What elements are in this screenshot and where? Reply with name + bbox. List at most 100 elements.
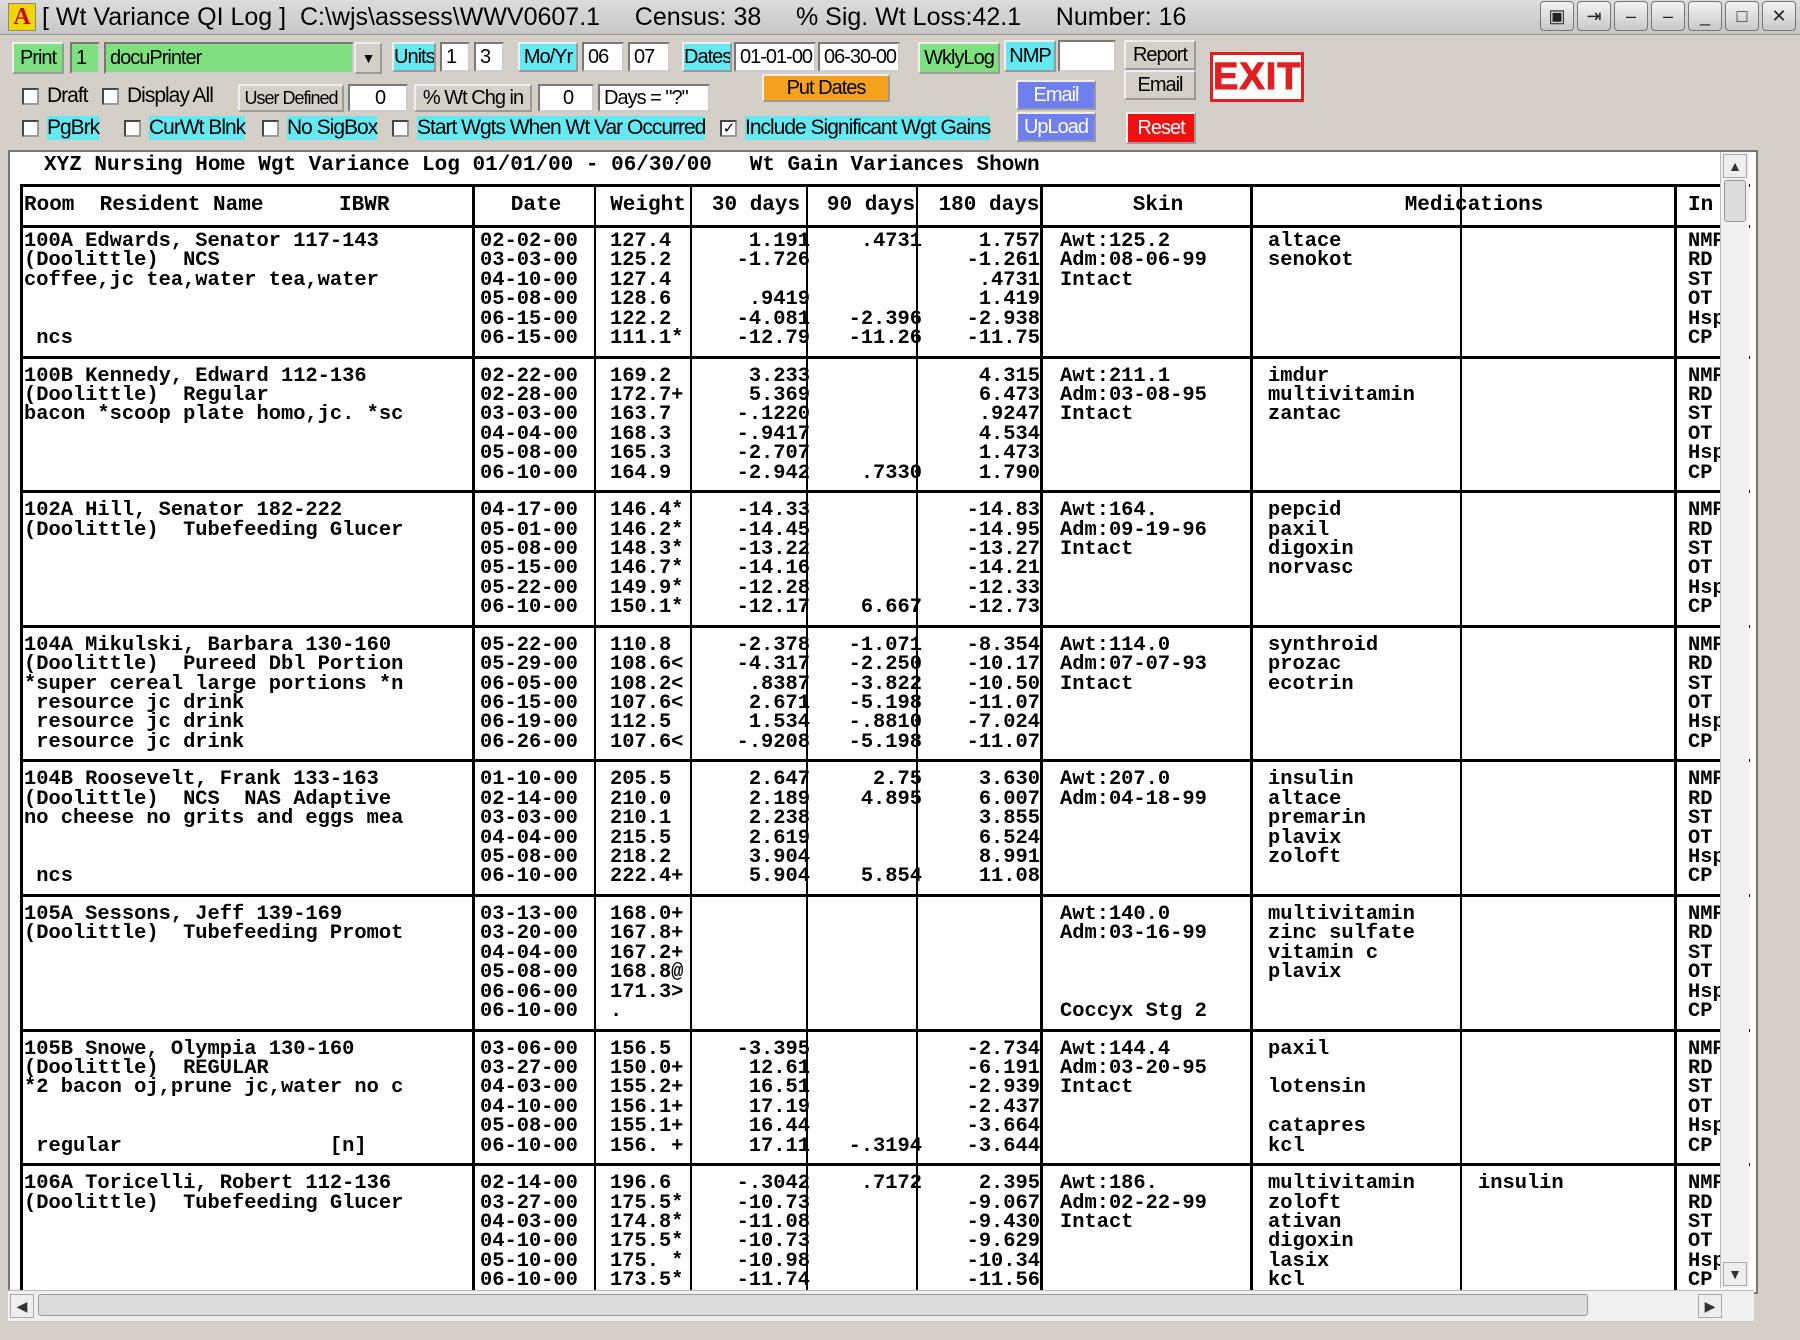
email-button[interactable]: Email [1016, 80, 1096, 110]
units-field-b[interactable]: 3 [474, 42, 504, 72]
minimize-alt-icon[interactable]: – [1614, 1, 1648, 31]
record-line [816, 1117, 922, 1136]
record-line: 155.2+ [610, 1076, 684, 1100]
record-line: (Doolittle) Pureed Dbl Portion [24, 653, 404, 677]
start-wgts-checkbox[interactable]: Start Wgts When Wt Var Occurred [392, 116, 706, 140]
record-col-d90: 2.75 4.895 5.854 [816, 769, 922, 887]
chevron-down-icon[interactable]: ▼ [354, 42, 382, 74]
dates-button[interactable]: Dates [682, 42, 732, 72]
record-line: 06-15-00 [480, 326, 578, 350]
units-field-a[interactable]: 1 [440, 42, 470, 72]
nmp-button[interactable]: NMP [1004, 40, 1056, 72]
record-col-d30: -3.395 12.61 16.51 17.19 16.44 17.11 [700, 1039, 810, 1157]
record-line: Adm:08-06-99 [1060, 249, 1207, 273]
record-line: 05-08-00 [480, 288, 578, 312]
record-line [24, 1117, 474, 1136]
pgbrk-box[interactable] [22, 119, 39, 137]
record-line [816, 521, 922, 540]
minimize-icon[interactable]: _ [1688, 1, 1722, 31]
record-line [24, 1252, 474, 1271]
record-col-meds: paxil lotensin catapres kcl [1268, 1039, 1464, 1157]
start-wgts-box[interactable] [392, 119, 409, 137]
month-field[interactable]: 06 [582, 42, 624, 72]
user-defined-field[interactable]: 0 [348, 84, 408, 112]
printer-select[interactable]: docuPrinter [104, 42, 354, 74]
record-line [700, 1002, 810, 1021]
record-col-d180: 2.395 -9.067 -9.430 -9.629 -10.34 -11.56 [926, 1173, 1040, 1291]
record-line: -14.33 [736, 499, 810, 523]
curwt-blnk-box[interactable] [124, 119, 141, 137]
record-line: 04-17-00 [480, 499, 578, 523]
app-icon[interactable]: A [8, 3, 36, 31]
col-line [690, 184, 692, 1292]
include-sig-gains-box[interactable]: ✓ [720, 119, 737, 137]
print-copies-field[interactable]: 1 [70, 42, 100, 74]
display-all-checkbox[interactable]: Display All [102, 84, 214, 108]
record-line: 2.238 [748, 807, 810, 831]
record-line: -2.707 [736, 442, 810, 466]
no-sigbox-box[interactable] [262, 119, 279, 137]
record-line: 205.5 [610, 768, 672, 792]
restore-icon[interactable]: ▣ [1540, 1, 1574, 31]
record-col-meds: pepcid paxil digoxin norvasc [1268, 500, 1464, 617]
days-field[interactable]: Days = "?" [598, 84, 710, 112]
record-line: 06-10-00 [480, 596, 578, 620]
no-sigbox-checkbox[interactable]: No SigBox [262, 116, 378, 140]
record-line: -12.79 [736, 326, 810, 350]
wklylog-button[interactable]: WklyLog [918, 42, 1000, 74]
record-col-d180: -14.83 -14.95 -13.27 -14.21 -12.33 -12.73 [926, 500, 1040, 618]
scroll-right-icon[interactable]: ▶ [1698, 1294, 1722, 1318]
user-defined-button[interactable]: User Defined [238, 84, 344, 112]
draft-box[interactable] [22, 87, 39, 105]
maximize-icon[interactable]: □ [1725, 1, 1759, 31]
record-line: .7330 [860, 461, 922, 485]
curwt-blnk-checkbox[interactable]: CurWt Blnk [124, 116, 246, 140]
rollup-icon[interactable]: – [1651, 1, 1685, 31]
moyr-button[interactable]: Mo/Yr [518, 42, 578, 72]
vertical-scrollbar[interactable]: ▲ ▼ [1720, 152, 1749, 1288]
record-line: lotensin [1268, 1076, 1366, 1100]
record-col-meds: insulin altace premarin plavix zoloft [1268, 769, 1464, 886]
horizontal-scrollbar[interactable]: ◀ ▶ [8, 1290, 1754, 1321]
pgbrk-checkbox[interactable]: PgBrk [22, 116, 100, 140]
record-line [1478, 770, 1678, 789]
scroll-down-icon[interactable]: ▼ [1723, 1262, 1747, 1286]
include-sig-gains-checkbox[interactable]: ✓ Include Significant Wgt Gains [720, 116, 991, 140]
upload-button[interactable]: UpLoad [1016, 112, 1096, 142]
date-from-field[interactable]: 01-01-00 [734, 42, 816, 72]
record-line [24, 1271, 474, 1290]
wt-chg-button[interactable]: % Wt Chg in [414, 84, 532, 112]
year-field[interactable]: 07 [628, 42, 670, 72]
wt-chg-field[interactable]: 0 [538, 84, 594, 112]
print-button[interactable]: Print [12, 42, 64, 74]
pin-icon[interactable]: ⇥ [1577, 1, 1611, 31]
record-line [1060, 694, 1256, 713]
scroll-left-icon[interactable]: ◀ [10, 1294, 34, 1318]
date-to-field[interactable]: 06-30-00 [818, 42, 900, 72]
exit-button[interactable]: EXIT [1210, 52, 1304, 102]
reset-button[interactable]: Reset [1126, 112, 1196, 144]
record-line: 06-10-00 [480, 999, 578, 1023]
record-line: -12.17 [736, 596, 810, 620]
report-button[interactable]: Report [1124, 40, 1196, 70]
close-icon[interactable]: ✕ [1762, 1, 1796, 31]
record-col-weights: 156.5 150.0+ 155.2+ 156.1+ 155.1+ 156. + [610, 1039, 700, 1157]
record-line: bacon *scoop plate homo,jc. *sc [24, 403, 404, 427]
units-button[interactable]: Units [392, 42, 436, 72]
record-col-resident: 104B Roosevelt, Frank 133-163 (Doolittle)… [24, 769, 474, 887]
draft-checkbox[interactable]: Draft [22, 84, 89, 108]
record-line [1060, 464, 1256, 483]
record-line [1478, 251, 1678, 270]
nmp-field[interactable] [1058, 40, 1116, 72]
record-line: 06-10-00 [480, 1269, 578, 1293]
scroll-up-icon[interactable]: ▲ [1723, 154, 1747, 178]
horizontal-scroll-thumb[interactable] [38, 1294, 1588, 1316]
put-dates-button[interactable]: Put Dates [762, 74, 890, 102]
vertical-scroll-thumb[interactable] [1724, 180, 1746, 222]
display-all-box[interactable] [102, 87, 119, 105]
resident-record: 104A Mikulski, Barbara 130-160 (Doolittle… [20, 628, 1750, 763]
email-report-button[interactable]: Email [1124, 70, 1196, 100]
record-line: 02-14-00 [480, 1172, 578, 1196]
record-col-resident: 100B Kennedy, Edward 112-136 (Doolittle) … [24, 366, 474, 483]
record-line: ecotrin [1268, 672, 1354, 696]
